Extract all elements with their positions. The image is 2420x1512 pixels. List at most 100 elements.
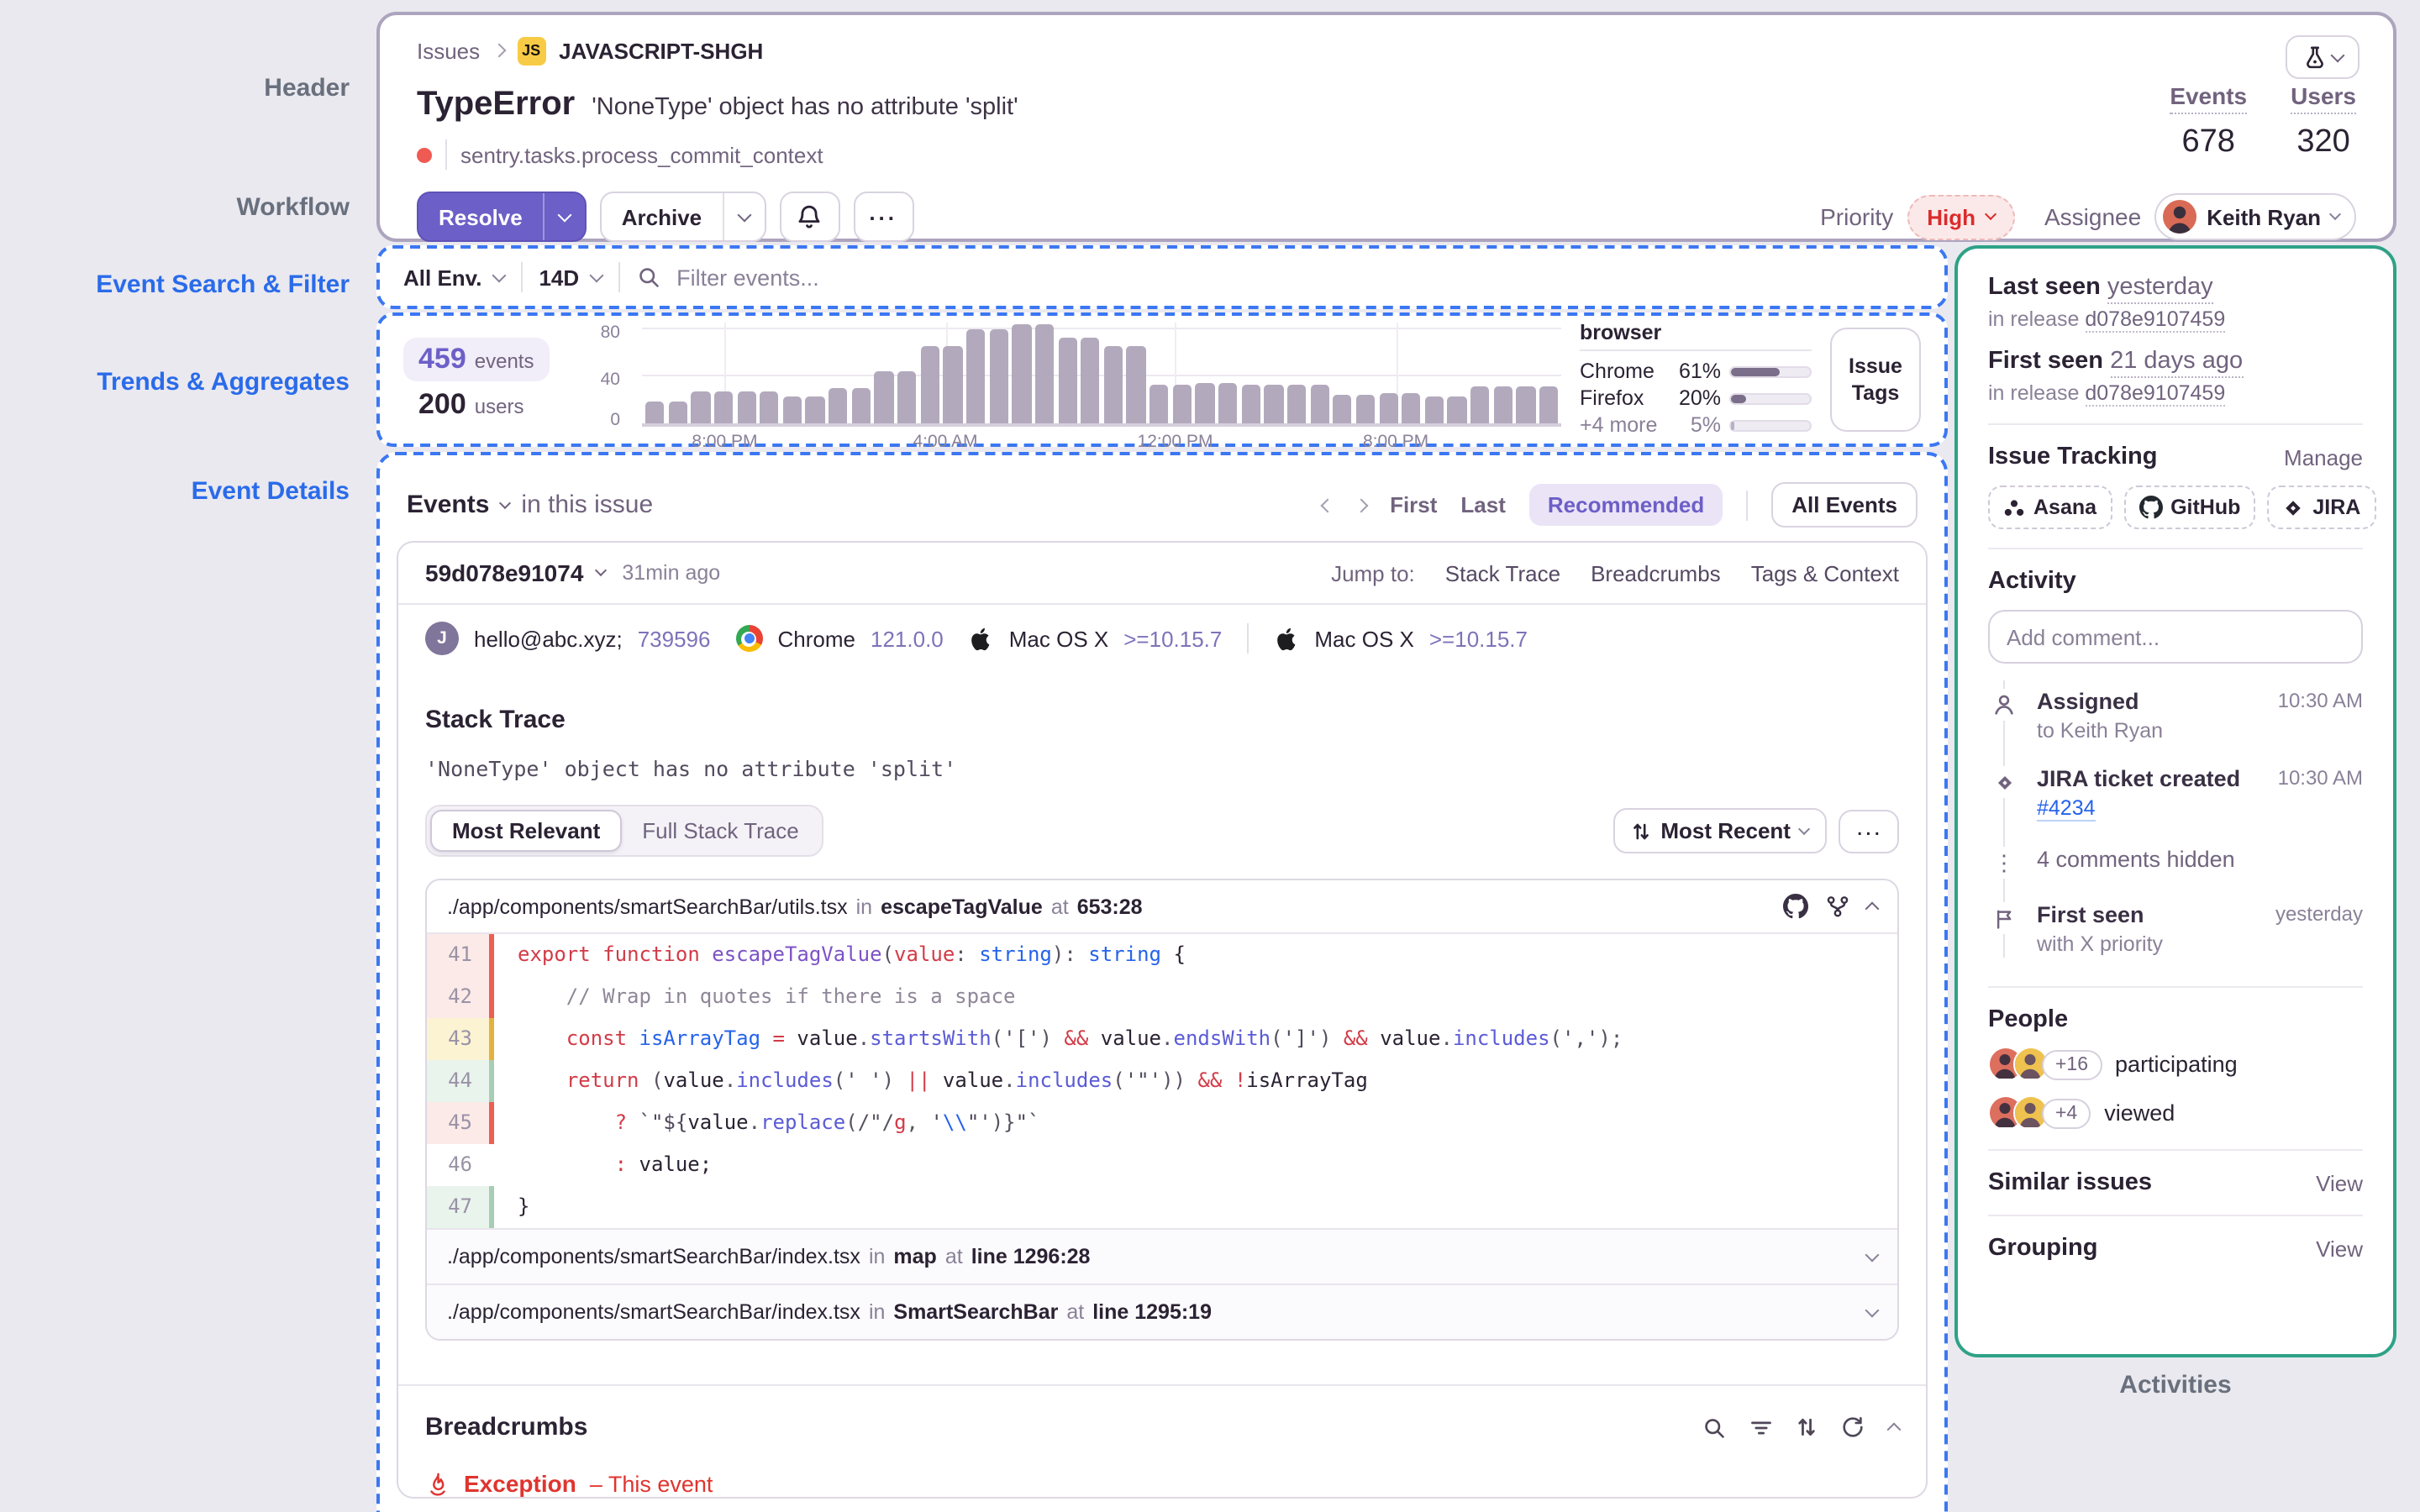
tag-browser-version[interactable]: 121.0.0 xyxy=(871,626,944,651)
grouping-view-link[interactable]: View xyxy=(2316,1236,2363,1261)
more-actions-button[interactable]: ... xyxy=(853,192,914,242)
add-comment-input[interactable] xyxy=(1988,610,2363,664)
resolve-dropdown-caret[interactable] xyxy=(542,193,585,240)
assignee-select[interactable]: Keith Ryan xyxy=(2154,193,2356,240)
browser-name[interactable]: Firefox xyxy=(1580,386,1667,410)
event-id-dropdown[interactable]: 59d078e91074 xyxy=(425,559,583,586)
frame-function: map xyxy=(893,1245,937,1268)
collapse-section-chevron[interactable] xyxy=(1886,1421,1902,1436)
tag-client-os-version[interactable]: >=10.15.7 xyxy=(1429,626,1528,651)
jump-breadcrumbs-link[interactable]: Breadcrumbs xyxy=(1591,560,1721,585)
activity-header: Activity xyxy=(1988,568,2363,595)
jira-button[interactable]: JIRA xyxy=(2267,486,2376,529)
chart-bar xyxy=(1264,384,1284,423)
recommended-tab[interactable]: Recommended xyxy=(1528,484,1723,526)
stack-trace-options-button[interactable]: ... xyxy=(1839,809,1899,853)
assignee-name: Keith Ryan xyxy=(2207,204,2321,229)
asana-button[interactable]: Asana xyxy=(1988,486,2112,529)
chart-bar xyxy=(1333,395,1352,423)
jump-tags-context-link[interactable]: Tags & Context xyxy=(1751,560,1899,585)
tag-os-version[interactable]: >=10.15.7 xyxy=(1123,626,1222,651)
collapsed-frame-row[interactable]: ./app/components/smartSearchBar/index.ts… xyxy=(427,1228,1897,1284)
tag-user-email[interactable]: hello@abc.xyz; xyxy=(474,626,623,651)
issue-tags-button[interactable]: Issue Tags xyxy=(1830,328,1921,432)
filter-icon[interactable] xyxy=(1749,1415,1773,1439)
last-seen-block: Last seen yesterday in release d078e9107… xyxy=(1988,274,2363,333)
prev-event-button[interactable] xyxy=(1320,497,1335,512)
issue-stats: Events 678 Users 320 xyxy=(2170,82,2356,161)
collapsed-frame-row[interactable]: ./app/components/smartSearchBar/index.ts… xyxy=(427,1284,1897,1339)
search-icon[interactable] xyxy=(1702,1415,1726,1439)
resolve-button[interactable]: Resolve xyxy=(417,192,587,242)
tag-os-name[interactable]: Mac OS X xyxy=(1009,626,1109,651)
tag-user-id[interactable]: 739596 xyxy=(638,626,711,651)
first-seen-release-link[interactable]: d078e9107459 xyxy=(2085,381,2226,407)
users-stat-label[interactable]: Users xyxy=(2291,82,2356,114)
tag-client-os-name[interactable]: Mac OS X xyxy=(1314,626,1414,651)
viewers-count-pill[interactable]: +4 xyxy=(2042,1098,2091,1128)
viewers-row: +4 viewed xyxy=(1988,1095,2363,1131)
browser-name[interactable]: +4 more xyxy=(1580,413,1667,437)
history-icon[interactable] xyxy=(1840,1415,1865,1440)
last-event-button[interactable]: Last xyxy=(1460,492,1505,517)
chart-bar xyxy=(829,388,848,423)
jira-ticket-link[interactable]: #4234 xyxy=(2037,796,2096,822)
annotation-activities: Activities xyxy=(2119,1371,2232,1399)
expand-frame-chevron[interactable] xyxy=(1865,1302,1880,1317)
last-seen-release-link[interactable]: d078e9107459 xyxy=(2085,307,2226,333)
last-seen-value[interactable]: yesterday xyxy=(2107,274,2213,304)
activity-item-jira: JIRA ticket created #4234 10:30 AM xyxy=(1988,754,2363,835)
jump-to-label: Jump to: xyxy=(1331,560,1415,585)
apple-icon xyxy=(969,626,994,651)
first-event-button[interactable]: First xyxy=(1390,492,1437,517)
stack-frame-header[interactable]: ./app/components/smartSearchBar/utils.ts… xyxy=(427,880,1897,934)
browser-tag-title: browser xyxy=(1580,321,1812,351)
priority-select[interactable]: High xyxy=(1907,194,2014,239)
first-seen-value[interactable]: 21 days ago xyxy=(2110,348,2244,378)
github-button[interactable]: GitHub xyxy=(2123,486,2256,529)
activity-item-sub: to Keith Ryan xyxy=(2037,719,2164,743)
issue-tracking-header: Issue Tracking Manage xyxy=(1988,444,2363,470)
events-stat-label[interactable]: Events xyxy=(2170,82,2248,114)
divider xyxy=(445,139,447,170)
issue-header-card: Issues JS JAVASCRIPT-SHGH TypeError 'Non… xyxy=(376,12,2396,242)
suspect-commit-icon[interactable] xyxy=(1825,894,1850,919)
participants-row: +16 participating xyxy=(1988,1047,2363,1082)
activity-item-title: JIRA ticket created xyxy=(2037,766,2241,791)
archive-dropdown-caret[interactable] xyxy=(722,193,764,240)
activity-item-hidden-comments[interactable]: ⋮ 4 comments hidden xyxy=(1988,835,2363,890)
chrome-icon xyxy=(735,625,763,652)
subscribe-bell-button[interactable] xyxy=(779,192,840,242)
filter-events-input[interactable] xyxy=(676,265,1921,290)
browser-name[interactable]: Chrome xyxy=(1580,360,1667,383)
environment-select[interactable]: All Env. xyxy=(403,265,506,290)
similar-issues-view-link[interactable]: View xyxy=(2316,1170,2363,1195)
breadcrumbs-toolbar xyxy=(1702,1415,1902,1440)
events-unit: events xyxy=(474,349,534,373)
all-events-button[interactable]: All Events xyxy=(1771,482,1918,528)
release-prefix: in release xyxy=(1988,307,2080,331)
first-seen-label: First seen xyxy=(1988,348,2103,375)
annotation-header: Header xyxy=(264,74,350,102)
manage-link[interactable]: Manage xyxy=(2284,444,2363,470)
github-label: GitHub xyxy=(2170,496,2241,519)
events-dropdown[interactable]: Events xyxy=(407,491,489,519)
breadcrumb-issues-link[interactable]: Issues xyxy=(417,38,480,63)
experiment-flask-button[interactable] xyxy=(2286,35,2360,79)
sort-arrows-icon[interactable] xyxy=(1797,1416,1817,1438)
expand-frame-chevron[interactable] xyxy=(1865,1247,1880,1262)
tag-browser-name[interactable]: Chrome xyxy=(778,626,856,651)
sort-most-recent-button[interactable]: Most Recent xyxy=(1613,808,1828,853)
next-event-button[interactable] xyxy=(1354,497,1369,512)
tab-most-relevant[interactable]: Most Relevant xyxy=(430,810,623,852)
jump-stack-trace-link[interactable]: Stack Trace xyxy=(1445,560,1560,585)
participants-count-pill[interactable]: +16 xyxy=(2042,1049,2102,1079)
events-count-pill: 459 events xyxy=(403,338,550,381)
tab-full-stack-trace[interactable]: Full Stack Trace xyxy=(622,811,818,850)
collapse-frame-chevron[interactable] xyxy=(1865,900,1880,916)
github-icon[interactable] xyxy=(1783,894,1808,919)
date-range-select[interactable]: 14D xyxy=(539,265,603,290)
assignee-avatar xyxy=(2163,200,2197,234)
events-in-issue-header: Events in this issue First Last Recommen… xyxy=(397,472,1928,541)
archive-button[interactable]: Archive xyxy=(599,192,766,242)
